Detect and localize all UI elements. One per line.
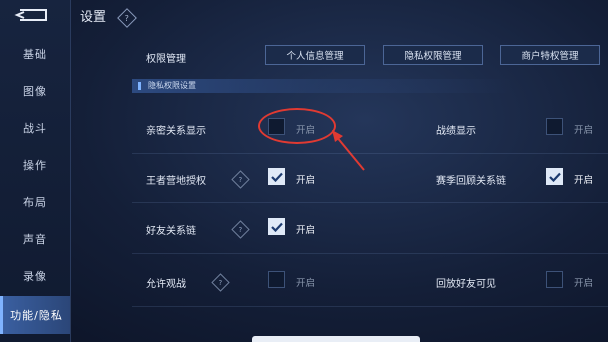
sidebar-item-recording[interactable]: 录像	[0, 256, 70, 296]
allow-spectate-value: 开启	[296, 278, 316, 289]
row-divider	[132, 253, 608, 254]
home-indicator	[252, 336, 420, 342]
row-divider	[132, 202, 608, 203]
record-display-value: 开启	[574, 125, 594, 136]
replay-visible-checkbox[interactable]	[546, 271, 563, 288]
season-review-label: 赛季回顾关系链	[436, 176, 506, 187]
camp-auth-label: 王者营地授权	[146, 176, 206, 187]
sidebar-item-basic[interactable]: 基础	[0, 34, 70, 74]
friend-chain-value: 开启	[296, 225, 316, 236]
allow-spectate-help-icon[interactable]: ?	[211, 273, 230, 292]
allow-spectate-checkbox[interactable]	[268, 271, 285, 288]
section-header: 隐私权限设置	[132, 79, 608, 93]
sidebar-item-controls[interactable]: 操作	[0, 145, 70, 185]
replay-visible-value: 开启	[574, 278, 594, 289]
privacy-permission-button[interactable]: 隐私权限管理	[383, 45, 483, 65]
replay-visible-label: 回放好友可见	[436, 279, 496, 290]
row-divider	[132, 306, 608, 307]
annotation-arrow-icon	[332, 130, 365, 171]
sidebar-item-layout[interactable]: 布局	[0, 182, 70, 222]
back-arrow-icon	[14, 9, 47, 21]
record-display-checkbox[interactable]	[546, 118, 563, 135]
camp-auth-help-icon[interactable]: ?	[231, 170, 250, 189]
merchant-privilege-button[interactable]: 商户特权管理	[500, 45, 600, 65]
intimacy-display-label: 亲密关系显示	[146, 126, 206, 137]
back-button[interactable]	[10, 6, 50, 24]
sidebar: 基础 图像 战斗 操作 布局 声音 录像 功能/隐私	[0, 0, 71, 342]
sidebar-item-graphics[interactable]: 图像	[0, 71, 70, 111]
record-display-label: 战绩显示	[436, 126, 476, 137]
season-review-checkbox[interactable]	[546, 168, 563, 185]
annotation-circle	[258, 108, 336, 144]
help-icon[interactable]: ?	[117, 7, 138, 28]
allow-spectate-label: 允许观战	[146, 279, 186, 290]
checkmark-icon	[270, 222, 283, 232]
permissions-label: 权限管理	[146, 54, 186, 65]
personal-info-button[interactable]: 个人信息管理	[265, 45, 365, 65]
sidebar-item-combat[interactable]: 战斗	[0, 108, 70, 148]
checkmark-icon	[548, 172, 561, 182]
season-review-value: 开启	[574, 175, 594, 186]
camp-auth-checkbox[interactable]	[268, 168, 285, 185]
page-title-text: 设置	[80, 10, 107, 25]
friend-chain-help-icon[interactable]: ?	[231, 220, 250, 239]
friend-chain-checkbox[interactable]	[268, 218, 285, 235]
sidebar-item-sound[interactable]: 声音	[0, 219, 70, 259]
row-divider	[132, 153, 608, 154]
friend-chain-label: 好友关系链	[146, 226, 196, 237]
page-title: 设置 ?	[80, 6, 138, 28]
checkmark-icon	[270, 172, 283, 182]
camp-auth-value: 开启	[296, 175, 316, 186]
sidebar-item-privacy[interactable]: 功能/隐私	[0, 296, 70, 334]
